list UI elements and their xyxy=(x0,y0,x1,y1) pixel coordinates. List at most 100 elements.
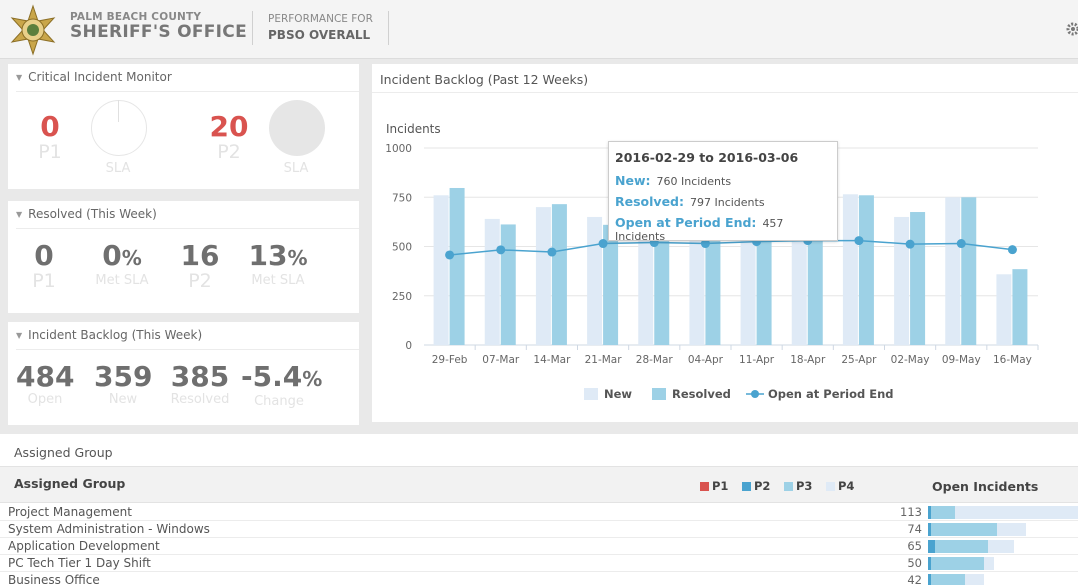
resolved-p2-value: 16 xyxy=(180,239,220,272)
open-incidents-bar[interactable] xyxy=(928,574,1078,585)
group-name[interactable]: Application Development xyxy=(8,539,160,553)
p1-sla-gauge xyxy=(91,100,147,156)
table-row[interactable]: Project Management 113 xyxy=(0,504,1078,521)
open-incidents-bar[interactable] xyxy=(928,557,1078,570)
y-axis-label: Incidents xyxy=(386,122,441,136)
critical-p2-stat: 20 P2 xyxy=(204,112,254,163)
bar-segment-p3 xyxy=(930,523,997,536)
critical-incident-panel: ▼ Critical Incident Monitor 0 P1 SLA 20 P… xyxy=(8,64,359,189)
resolved-week-panel: ▼ Resolved (This Week) 0 P1 0% Met SLA 16… xyxy=(8,201,359,313)
bar-segment-p4 xyxy=(954,506,1078,519)
resolved-p2-label: P2 xyxy=(188,270,212,292)
resolved-p1-label: P1 xyxy=(32,270,56,292)
legend-p2[interactable]: P2 xyxy=(742,479,770,493)
p1-sla-label: SLA xyxy=(105,161,131,176)
performance-scope[interactable]: PBSO OVERALL xyxy=(268,28,370,42)
legend-p1[interactable]: P1 xyxy=(700,479,728,493)
performance-label: PERFORMANCE FOR xyxy=(268,13,373,25)
critical-p2-label: P2 xyxy=(217,141,241,163)
y-tick-label: 1000 xyxy=(385,143,412,155)
x-tick-label: 09-May xyxy=(942,354,981,366)
bar-resolved xyxy=(551,204,567,345)
bar-segment-p4 xyxy=(997,523,1027,536)
table-row[interactable]: Application Development 65 xyxy=(0,538,1078,555)
x-tick-label: 11-Apr xyxy=(739,354,775,366)
line-point xyxy=(598,239,608,249)
bar-resolved xyxy=(858,195,874,345)
legend-marker xyxy=(751,390,759,398)
table-row[interactable]: System Administration - Windows 74 xyxy=(0,521,1078,538)
bar-segment-p2 xyxy=(928,540,935,553)
resolved-title-text: Resolved (This Week) xyxy=(28,207,157,221)
y-tick-label: 250 xyxy=(392,291,412,303)
divider xyxy=(16,228,359,229)
x-tick-label: 29-Feb xyxy=(432,354,468,366)
resolved-p2-stat: 16 P2 xyxy=(178,239,222,292)
legend-label: Resolved xyxy=(672,387,731,401)
bar-new xyxy=(996,274,1012,345)
resolved-p1-stat: 0 P1 xyxy=(24,241,64,292)
bar-segment-p3 xyxy=(930,557,984,570)
critical-title-text: Critical Incident Monitor xyxy=(28,70,172,84)
tooltip-resolved-label: Resolved: xyxy=(615,194,684,209)
open-incidents-bar[interactable] xyxy=(928,540,1078,553)
column-header-open-incidents[interactable]: Open Incidents xyxy=(932,479,1038,494)
legend-p3-label: P3 xyxy=(796,479,813,493)
open-count: 65 xyxy=(907,539,922,553)
percent-sign: % xyxy=(287,246,308,270)
x-tick-label: 21-Mar xyxy=(585,354,623,366)
group-name[interactable]: System Administration - Windows xyxy=(8,522,210,536)
collapse-triangle-icon[interactable]: ▼ xyxy=(16,210,22,219)
resolved-panel-title[interactable]: ▼ Resolved (This Week) xyxy=(16,207,157,221)
table-row[interactable]: PC Tech Tier 1 Day Shift 50 xyxy=(0,555,1078,572)
backlog-change-label: Change xyxy=(254,394,304,409)
bar-segment-p3 xyxy=(934,540,988,553)
group-name[interactable]: Business Office xyxy=(8,573,100,585)
table-header: Assigned Group P1 P2 P3 P4 Open Incident… xyxy=(0,466,1078,503)
resolved-p1-sla-label: Met SLA xyxy=(95,273,149,288)
bar-segment-p4 xyxy=(965,574,984,585)
backlog-panel-title[interactable]: ▼ Incident Backlog (This Week) xyxy=(16,328,202,342)
bar-segment-p4 xyxy=(983,557,995,570)
backlog-resolved-stat: 385 Resolved xyxy=(169,362,231,408)
legend-swatch xyxy=(826,482,835,491)
app-header: PALM BEACH COUNTY SHERIFF'S OFFICE PERFO… xyxy=(0,0,1078,59)
open-incidents-bar[interactable] xyxy=(928,506,1078,519)
critical-p1-stat: 0 P1 xyxy=(30,112,70,163)
bar-new xyxy=(842,194,858,345)
table-row[interactable]: Business Office 42 xyxy=(0,572,1078,585)
open-count: 74 xyxy=(907,522,922,536)
bar-resolved xyxy=(910,212,926,345)
group-name[interactable]: PC Tech Tier 1 Day Shift xyxy=(8,556,151,570)
sla-needle xyxy=(118,100,119,122)
divider xyxy=(16,349,359,350)
tooltip-new-row: New: 760 Incidents xyxy=(615,173,831,188)
column-header-group[interactable]: Assigned Group xyxy=(14,476,125,491)
collapse-triangle-icon[interactable]: ▼ xyxy=(16,331,22,340)
group-name[interactable]: Project Management xyxy=(8,505,132,519)
bar-resolved xyxy=(961,197,977,345)
critical-panel-title[interactable]: ▼ Critical Incident Monitor xyxy=(16,70,172,84)
legend-p3[interactable]: P3 xyxy=(784,479,812,493)
tooltip-resolved-value: 797 Incidents xyxy=(690,196,765,209)
backlog-open-value: 484 xyxy=(16,360,75,393)
bar-resolved xyxy=(449,187,465,345)
backlog-new-value: 359 xyxy=(94,360,153,393)
x-tick-label: 16-May xyxy=(993,354,1032,366)
y-tick-label: 500 xyxy=(392,242,412,254)
percent-sign: % xyxy=(302,367,323,391)
backlog-chart[interactable]: Incidents 0 250 500 750 1000 29-Feb 07-Mar 14-Ma… xyxy=(372,64,1078,422)
legend-label: New xyxy=(604,387,632,401)
x-tick-label: 02-May xyxy=(891,354,930,366)
legend-p4[interactable]: P4 xyxy=(826,479,854,493)
open-incidents-bar[interactable] xyxy=(928,523,1078,536)
bar-new xyxy=(535,207,551,345)
line-point xyxy=(547,247,557,257)
bar-resolved xyxy=(1012,269,1028,345)
gear-icon[interactable] xyxy=(1066,22,1078,36)
collapse-triangle-icon[interactable]: ▼ xyxy=(16,73,22,82)
backlog-change-value: -5.4% xyxy=(241,362,322,394)
legend-swatch xyxy=(784,482,793,491)
x-tick-label: 18-Apr xyxy=(790,354,826,366)
y-tick-label: 750 xyxy=(392,192,412,204)
